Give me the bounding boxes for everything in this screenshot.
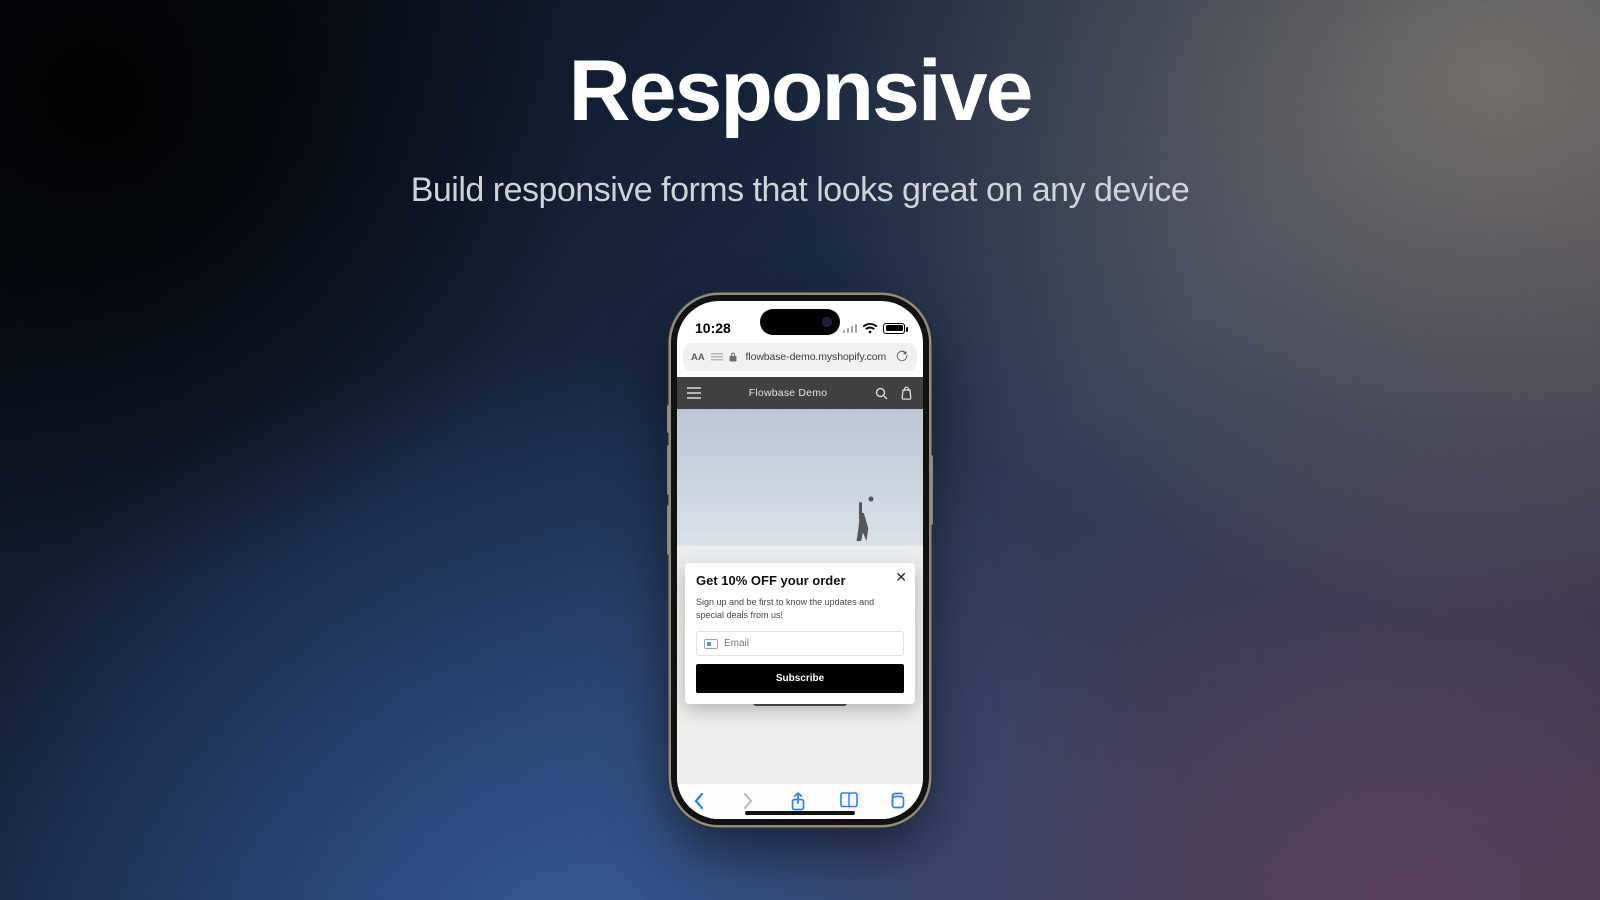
phone-power-button xyxy=(929,455,933,525)
forward-button[interactable] xyxy=(741,792,761,812)
battery-icon xyxy=(883,323,905,334)
iphone-mockup: 10:28 AA flowbase-demo.myshopify.com xyxy=(671,295,929,825)
lock-icon xyxy=(729,352,737,362)
webpage-viewport: Flowbase Demo xyxy=(677,377,923,783)
popup-body: Sign up and be first to know the updates… xyxy=(696,596,904,621)
popup-title: Get 10% OFF your order xyxy=(696,573,904,588)
front-camera-icon xyxy=(822,317,832,327)
phone-volume-up-button xyxy=(667,445,671,495)
phone-side-button xyxy=(667,405,671,433)
subscribe-popup: ✕ Get 10% OFF your order Sign up and be … xyxy=(685,563,915,704)
email-field[interactable] xyxy=(724,638,896,649)
address-bar-url[interactable]: flowbase-demo.myshopify.com xyxy=(743,351,889,363)
text-size-button[interactable]: AA xyxy=(691,352,705,363)
dynamic-island xyxy=(760,309,840,335)
marketing-background: Responsive Build responsive forms that l… xyxy=(0,0,1600,900)
wifi-icon xyxy=(862,322,878,334)
back-button[interactable] xyxy=(692,792,712,812)
safari-address-bar[interactable]: AA flowbase-demo.myshopify.com xyxy=(683,343,917,371)
tabs-button[interactable] xyxy=(888,792,908,812)
cellular-signal-icon xyxy=(843,323,857,333)
share-button[interactable] xyxy=(790,792,810,812)
subscribe-button[interactable]: Subscribe xyxy=(696,664,904,693)
reload-button[interactable] xyxy=(895,349,909,366)
reader-mode-icon[interactable] xyxy=(711,353,723,361)
bookmarks-button[interactable] xyxy=(839,792,859,812)
autofill-contact-icon[interactable] xyxy=(704,639,718,649)
status-time: 10:28 xyxy=(695,320,731,336)
page-title: Responsive xyxy=(0,46,1600,136)
page-subtitle: Build responsive forms that looks great … xyxy=(0,170,1600,211)
home-indicator[interactable] xyxy=(745,811,855,815)
phone-screen: 10:28 AA flowbase-demo.myshopify.com xyxy=(677,301,923,819)
email-input-row[interactable] xyxy=(696,631,904,656)
phone-volume-down-button xyxy=(667,505,671,555)
close-icon[interactable]: ✕ xyxy=(895,569,907,586)
